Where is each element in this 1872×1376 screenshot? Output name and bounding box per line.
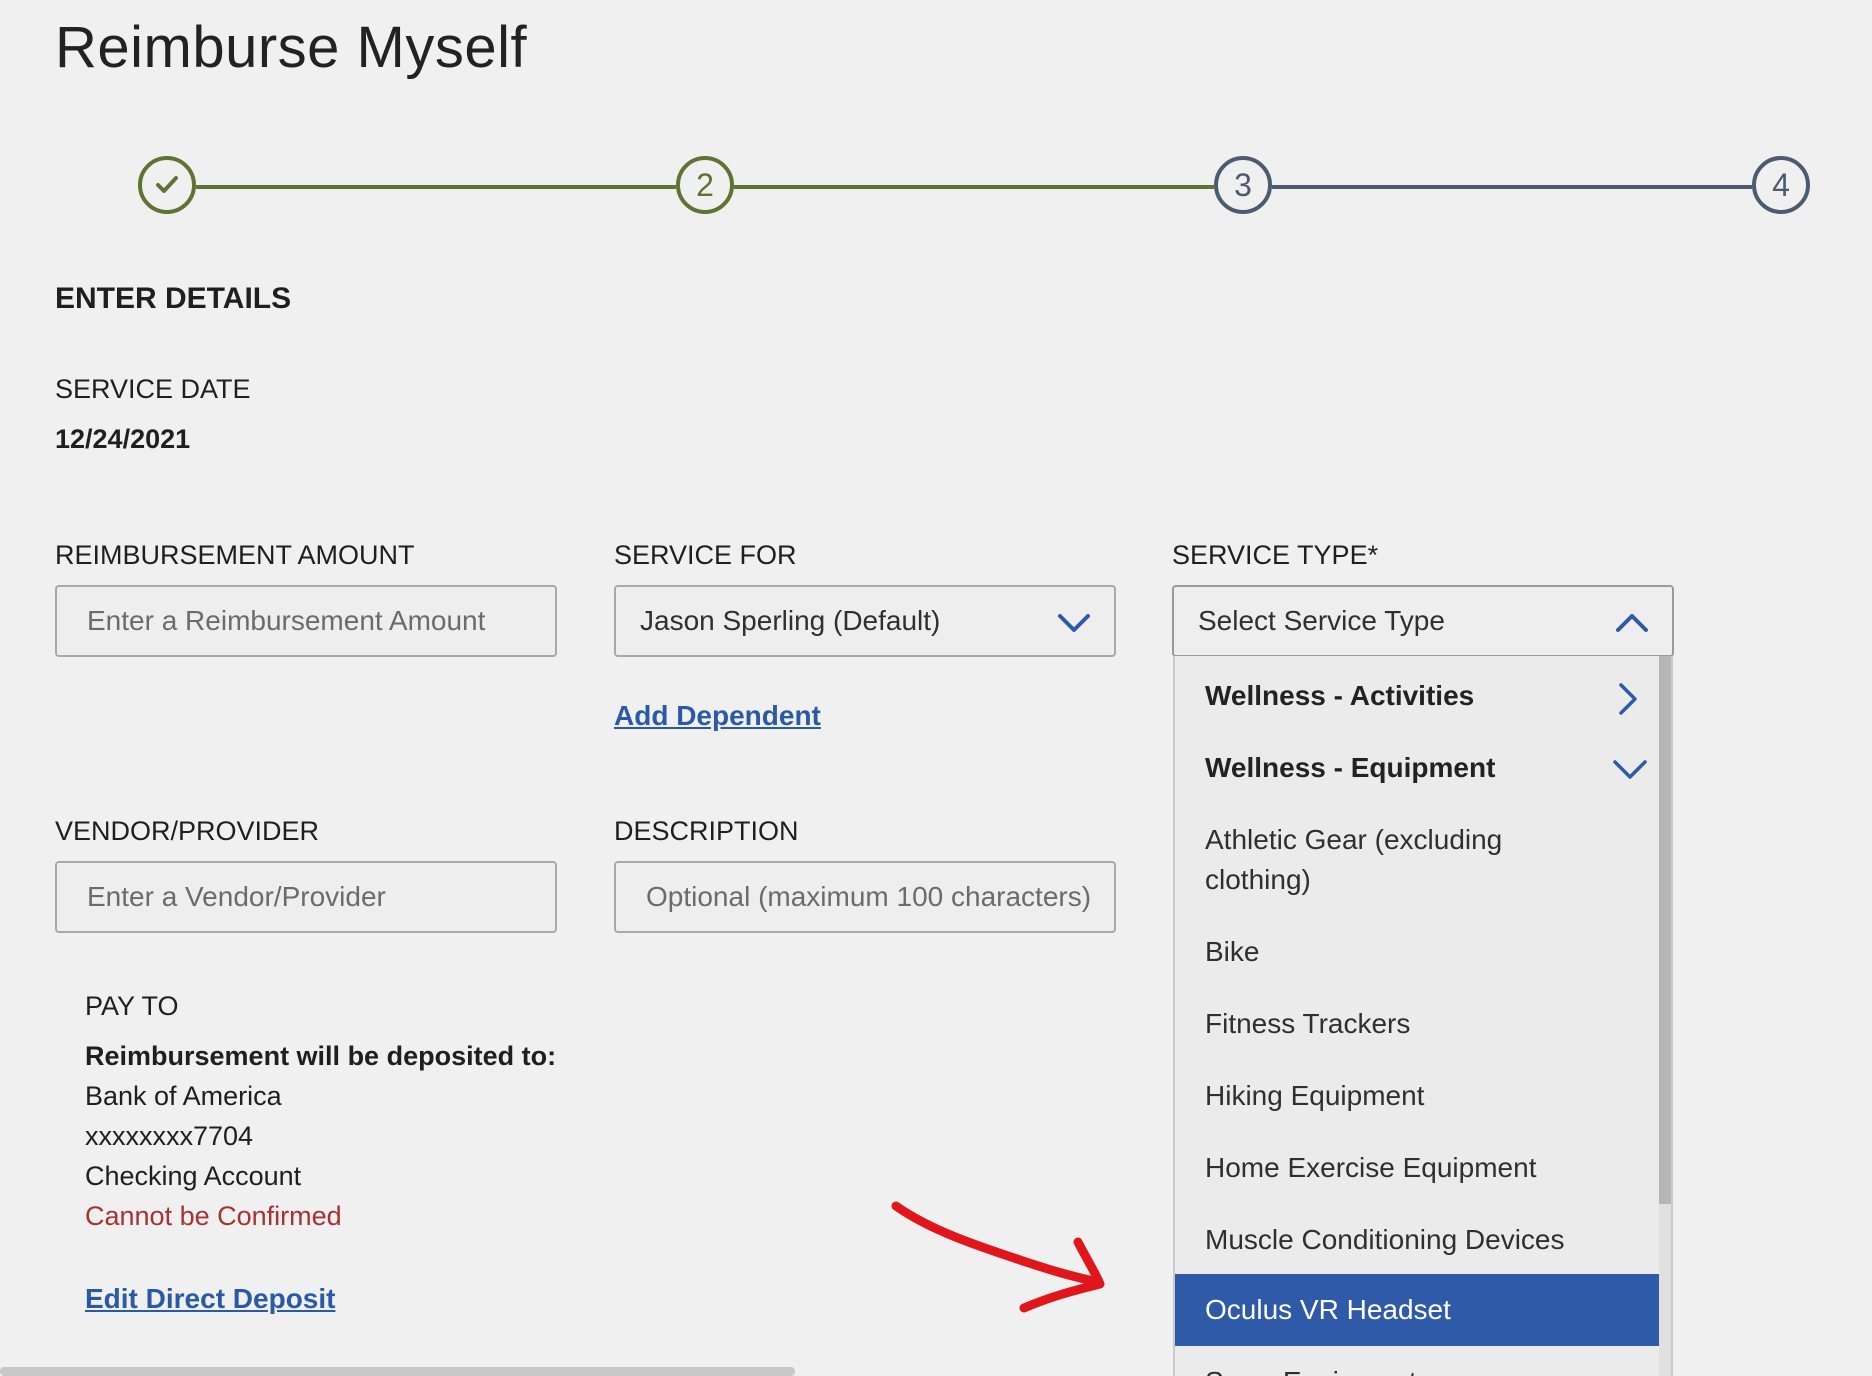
stepper-connector (1272, 185, 1752, 189)
reimbursement-amount-label: REIMBURSEMENT AMOUNT (55, 540, 415, 570)
chevron-down-icon (1058, 614, 1090, 632)
dropdown-scrollbar-thumb[interactable] (1659, 656, 1671, 1204)
reimbursement-amount-input[interactable]: Enter a Reimbursement Amount (55, 585, 557, 657)
dropdown-option-label: Wellness - Activities (1205, 680, 1475, 711)
step-4: 4 (1752, 156, 1810, 214)
service-type-dropdown[interactable]: Wellness - Activities Wellness - Equipme… (1173, 656, 1673, 1376)
chevron-right-icon (1619, 683, 1637, 715)
description-input[interactable]: Optional (maximum 100 characters) (614, 861, 1116, 933)
step-3: 3 (1214, 156, 1272, 214)
page-title: Reimburse Myself (55, 15, 528, 80)
dropdown-group-wellness-equipment[interactable]: Wellness - Equipment (1175, 748, 1661, 788)
add-dependent-link[interactable]: Add Dependent (614, 700, 821, 732)
dropdown-group-wellness-activities[interactable]: Wellness - Activities (1175, 676, 1661, 716)
page-horizontal-scrollbar[interactable] (0, 1367, 795, 1376)
bank-name: Bank of America (85, 1081, 282, 1111)
dropdown-option[interactable]: Fitness Trackers (1175, 1004, 1661, 1044)
stepper-connector (734, 185, 1214, 189)
service-date-value: 12/24/2021 (55, 424, 191, 454)
dropdown-option-label: Wellness - Equipment (1205, 752, 1496, 783)
account-type: Checking Account (85, 1161, 302, 1191)
dropdown-option[interactable]: Bike (1175, 932, 1661, 972)
service-type-value: Select Service Type (1198, 605, 1445, 636)
description-label: DESCRIPTION (614, 816, 799, 846)
dropdown-option[interactable]: Home Exercise Equipment (1175, 1148, 1661, 1188)
reimbursement-amount-placeholder: Enter a Reimbursement Amount (87, 605, 486, 636)
dropdown-option[interactable]: Snow Equipment (1175, 1362, 1661, 1376)
annotation-arrow-icon (891, 1201, 1105, 1313)
chevron-down-icon (1613, 760, 1647, 779)
pay-to-label: PAY TO (85, 991, 179, 1021)
service-for-value: Jason Sperling (Default) (640, 605, 941, 636)
service-date-label: SERVICE DATE (55, 374, 251, 404)
service-for-select[interactable]: Jason Sperling (Default) (614, 585, 1116, 657)
step-2[interactable]: 2 (676, 156, 734, 214)
edit-direct-deposit-link[interactable]: Edit Direct Deposit (85, 1283, 335, 1315)
account-number: xxxxxxxx7704 (85, 1121, 254, 1151)
vendor-label: VENDOR/PROVIDER (55, 816, 320, 846)
dropdown-option[interactable]: Athletic Gear (excluding clothing) (1175, 820, 1575, 900)
vendor-placeholder: Enter a Vendor/Provider (87, 881, 386, 912)
section-heading: ENTER DETAILS (55, 282, 292, 315)
stepper-connector (196, 185, 676, 189)
service-type-select[interactable]: Select Service Type (1172, 585, 1674, 657)
deposit-status: Cannot be Confirmed (85, 1201, 342, 1231)
deposit-heading: Reimbursement will be deposited to: (85, 1041, 557, 1071)
step-1-complete[interactable] (138, 156, 196, 214)
vendor-input[interactable]: Enter a Vendor/Provider (55, 861, 557, 933)
description-placeholder: Optional (maximum 100 characters) (646, 881, 1092, 912)
service-for-label: SERVICE FOR (614, 540, 797, 570)
dropdown-option-selected[interactable]: Oculus VR Headset (1175, 1274, 1661, 1346)
checkmark-icon (156, 176, 178, 193)
dropdown-option[interactable]: Hiking Equipment (1175, 1076, 1661, 1116)
dropdown-option[interactable]: Muscle Conditioning Devices (1175, 1220, 1661, 1260)
chevron-up-icon (1616, 614, 1648, 632)
service-type-label: SERVICE TYPE* (1172, 540, 1379, 570)
pay-to-details: Reimbursement will be deposited to: Bank… (85, 1036, 556, 1236)
dropdown-scrollbar[interactable] (1659, 656, 1671, 1376)
